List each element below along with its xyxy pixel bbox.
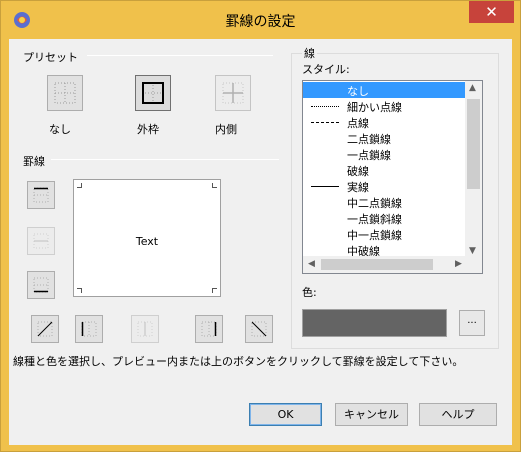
border-top-button[interactable] [27, 181, 55, 209]
preview-corner-mark [77, 288, 82, 293]
border-top-icon [33, 187, 49, 203]
preset-divider [87, 55, 273, 56]
vertical-scroll-thumb[interactable] [467, 99, 480, 189]
border-left-icon [81, 321, 97, 337]
border-right-icon [201, 321, 217, 337]
line-style-item[interactable]: 二点鎖線 [303, 130, 466, 146]
line-style-label: 中一点鎖線 [347, 229, 402, 242]
ok-button[interactable]: OK [249, 403, 322, 426]
preview-corner-mark [212, 183, 217, 188]
line-style-label: 実線 [347, 181, 369, 194]
line-style-listbox[interactable]: なし 細かい点線 点線 二点鎖線 一点鎖線 破線 実線 中二点鎖線 一点鎖斜線 … [302, 80, 483, 274]
window-title: 罫線の設定 [225, 14, 296, 30]
border-bottom-button[interactable] [27, 271, 55, 299]
line-style-label: 一点鎖斜線 [347, 213, 402, 226]
preview-corner-mark [212, 288, 217, 293]
preset-none-button[interactable] [47, 75, 83, 111]
preset-outline-button[interactable] [135, 75, 171, 111]
border-diagonal-up-icon [37, 321, 53, 337]
horizontal-scroll-thumb[interactable] [321, 259, 433, 270]
line-style-item[interactable]: 中二点鎖線 [303, 194, 466, 210]
color-label: 色: [302, 286, 317, 299]
border-right-button[interactable] [195, 315, 223, 343]
line-style-label: 中二点鎖線 [347, 197, 402, 210]
preset-inside-label: 内側 [215, 123, 237, 136]
dialog-window: 罫線の設定 ✕ プリセット なし 外枠 内側 罫線 Text 線 スタイル: な… [0, 0, 521, 452]
scroll-left-icon[interactable]: ◀ [308, 259, 315, 269]
line-style-label: 点線 [347, 117, 369, 130]
line-style-label: 一点鎖線 [347, 149, 391, 162]
scroll-right-icon[interactable]: ▶ [455, 259, 462, 269]
dialog-client: プリセット なし 外枠 内側 罫線 Text 線 スタイル: なし 細かい点線 … [9, 39, 512, 445]
line-style-label: 二点鎖線 [347, 133, 391, 146]
line-group-label: 線 [302, 45, 317, 61]
help-button[interactable]: ヘルプ [419, 403, 497, 426]
color-swatch[interactable] [302, 309, 447, 337]
line-style-label: 細かい点線 [347, 101, 402, 114]
style-label: スタイル: [302, 63, 350, 76]
preset-inside-button[interactable] [215, 75, 251, 111]
hint-text: 線種と色を選択し、プレビュー内または上のボタンをクリックして罫線を設定して下さい… [13, 355, 464, 368]
border-bottom-icon [33, 277, 49, 293]
horizontal-scrollbar[interactable]: ◀ ▶ [303, 256, 482, 273]
border-section-label: 罫線 [23, 155, 45, 168]
scroll-up-icon[interactable]: ▲ [469, 83, 476, 93]
border-left-button[interactable] [75, 315, 103, 343]
color-picker-button[interactable]: ... [459, 310, 485, 336]
line-sample [311, 106, 339, 107]
border-center-button[interactable] [131, 315, 159, 343]
border-middle-button[interactable] [27, 227, 55, 255]
line-style-item[interactable]: 実線 [303, 178, 466, 194]
preview-corner-mark [77, 183, 82, 188]
preset-section-label: プリセット [23, 51, 78, 64]
border-divider [51, 159, 279, 160]
border-middle-icon [33, 233, 49, 249]
line-style-item[interactable]: 中一点鎖線 [303, 226, 466, 242]
border-diagonal-down-button[interactable] [245, 315, 273, 343]
cancel-button[interactable]: キャンセル [335, 403, 408, 426]
border-diagonal-up-button[interactable] [31, 315, 59, 343]
title-bar[interactable]: 罫線の設定 ✕ [1, 1, 520, 39]
vertical-scrollbar[interactable]: ▲ ▼ [465, 81, 482, 258]
line-sample [311, 186, 339, 187]
border-none-icon [54, 82, 76, 104]
border-preview[interactable]: Text [73, 179, 221, 297]
line-style-item[interactable]: 点線 [303, 114, 466, 130]
preset-outline-label: 外枠 [137, 123, 159, 136]
border-diagonal-down-icon [251, 321, 267, 337]
line-style-item[interactable]: 破線 [303, 162, 466, 178]
border-inside-icon [222, 82, 244, 104]
close-button[interactable]: ✕ [469, 1, 514, 23]
line-style-item[interactable]: 一点鎖線 [303, 146, 466, 162]
border-outline-icon [142, 82, 164, 104]
preset-none-label: なし [49, 123, 71, 136]
scroll-down-icon[interactable]: ▼ [469, 246, 476, 256]
preview-text: Text [135, 235, 159, 248]
line-style-label: なし [347, 85, 369, 98]
line-sample [311, 122, 339, 123]
line-style-item[interactable]: なし [303, 82, 466, 98]
line-style-label: 破線 [347, 165, 369, 178]
line-style-item[interactable]: 一点鎖斜線 [303, 210, 466, 226]
close-icon: ✕ [485, 3, 498, 21]
border-center-icon [137, 321, 153, 337]
line-style-item[interactable]: 細かい点線 [303, 98, 466, 114]
